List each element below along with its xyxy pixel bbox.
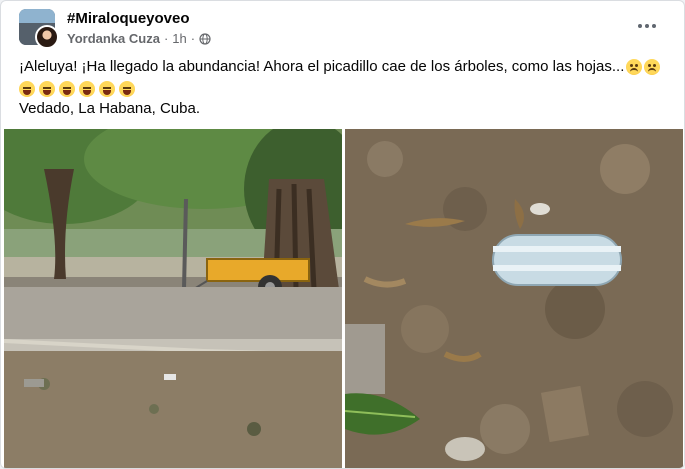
author-avatar[interactable]	[35, 25, 59, 49]
worried-face-icon	[626, 59, 643, 75]
post-text-line-3: Vedado, La Habana, Cuba.	[19, 100, 200, 117]
meta-separator: ·	[190, 31, 196, 46]
laughing-face-icon	[19, 81, 35, 97]
post-meta: Yordanka Cuza · 1h ·	[67, 31, 211, 46]
photo-grid	[4, 129, 683, 468]
author-name-link[interactable]: Yordanka Cuza	[67, 31, 160, 46]
post-header: #Miraloqueyoveo Yordanka Cuza · 1h ·	[1, 1, 684, 53]
post-text-line: ¡Aleluya! ¡Ha llegado la abundancia! Aho…	[19, 57, 670, 77]
laughing-face-icon	[119, 81, 135, 97]
post-text: ¡Aleluya! ¡Ha llegado la abundancia! Aho…	[19, 57, 670, 119]
photo-street[interactable]	[4, 129, 342, 468]
meta-separator: ·	[163, 31, 169, 46]
unamused-face-icon	[644, 59, 661, 75]
group-name-link[interactable]: #Miraloqueyoveo	[67, 10, 190, 27]
laughing-face-icon	[59, 81, 75, 97]
post-text-line: Vedado, La Habana, Cuba.	[19, 99, 670, 119]
laughing-face-icon	[39, 81, 55, 97]
more-options-icon	[638, 24, 642, 28]
post-time-link[interactable]: 1h	[172, 31, 186, 46]
laughing-face-icon	[79, 81, 95, 97]
post-card: #Miraloqueyoveo Yordanka Cuza · 1h · ¡Al…	[0, 0, 685, 469]
post-text-line-1: ¡Aleluya! ¡Ha llegado la abundancia! Aho…	[19, 58, 625, 75]
globe-icon	[199, 32, 211, 45]
laughing-face-icon	[99, 81, 115, 97]
emoji-row	[19, 79, 670, 99]
more-options-button[interactable]	[632, 13, 662, 39]
photo-package[interactable]	[345, 129, 683, 468]
